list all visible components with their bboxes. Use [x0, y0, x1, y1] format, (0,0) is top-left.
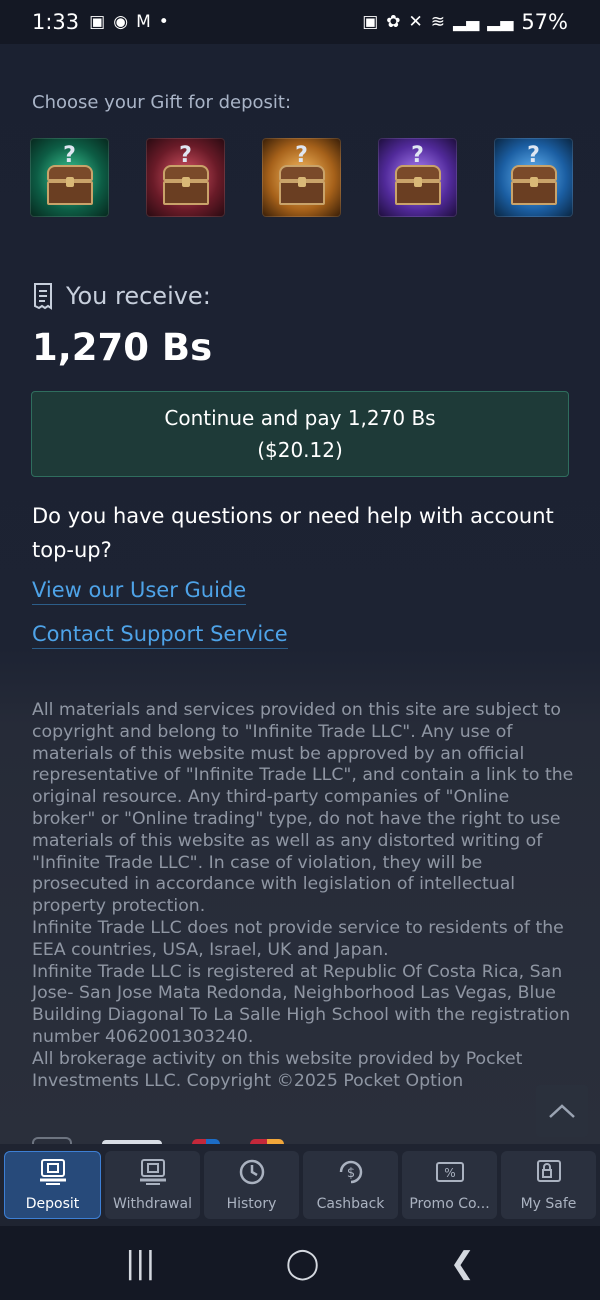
help-question: Do you have questions or need help with … [32, 504, 554, 562]
chest-icon [510, 164, 557, 205]
gift-chest-list: ? ? ? ? ? [30, 138, 573, 217]
continue-pay-button[interactable]: Continue and pay 1,270 Bs ($20.12) [31, 391, 569, 477]
nav-label: Deposit [25, 1196, 80, 1212]
deposit-content: Choose your Gift for deposit: ? ? ? ? ? [0, 44, 600, 1144]
scroll-to-top-button[interactable] [536, 1085, 588, 1137]
gift-chest-purple[interactable]: ? [378, 138, 457, 217]
nav-label: History [226, 1196, 277, 1212]
receipt-icon [34, 283, 52, 310]
chest-icon [394, 164, 441, 205]
nav-my-safe[interactable]: My Safe [501, 1151, 596, 1219]
nav-label: Promo Co... [409, 1196, 490, 1212]
cashback-icon: $ [339, 1160, 362, 1184]
question-mark: ? [295, 143, 308, 168]
chest-icon [46, 164, 93, 205]
wifi-icon: ≋ [430, 12, 445, 32]
signal-icon: ▂▄ [453, 12, 480, 32]
legal-paragraph: Infinite Trade LLC does not provide serv… [32, 917, 564, 960]
withdrawal-icon [139, 1159, 166, 1185]
recent-apps-icon[interactable]: ||| [125, 1246, 155, 1281]
deposit-icon [39, 1159, 66, 1185]
battery-level: 57% [521, 10, 568, 34]
nav-deposit[interactable]: Deposit [4, 1151, 101, 1219]
question-mark: ? [411, 143, 424, 168]
back-icon[interactable]: ❮ [450, 1246, 475, 1281]
chest-icon [162, 164, 209, 205]
nav-label: My Safe [520, 1196, 577, 1212]
nav-history[interactable]: History [204, 1151, 299, 1219]
status-left-icons: ▣ ◉ M • [89, 12, 169, 32]
dot-icon: • [158, 12, 169, 32]
question-mark: ? [527, 143, 540, 168]
chevron-up-icon [549, 1104, 575, 1118]
leaf-icon: ✿ [386, 12, 401, 32]
status-right-icons: ▣ ✿ ✕ ≋ ▂▄ ▂▄ 57% [362, 10, 568, 34]
receive-label: You receive: [66, 282, 211, 310]
chat-icon: ◉ [113, 12, 129, 32]
gift-chest-red[interactable]: ? [146, 138, 225, 217]
gift-chest-green[interactable]: ? [30, 138, 109, 217]
legal-paragraph: Infinite Trade LLC is registered at Repu… [32, 961, 571, 1047]
receive-row: You receive: [32, 282, 211, 310]
gift-chest-gold[interactable]: ? [262, 138, 341, 217]
mute-icon: ✕ [408, 12, 423, 32]
system-navigation-bar: ||| ◯ ❮ [0, 1226, 600, 1300]
legal-paragraph: All brokerage activity on this website p… [32, 1048, 523, 1091]
nav-promo-code[interactable]: % Promo Co... [402, 1151, 497, 1219]
history-icon [239, 1159, 264, 1185]
home-icon[interactable]: ◯ [286, 1246, 320, 1281]
status-time: 1:33 [32, 10, 80, 34]
nfc-icon: ▣ [362, 12, 379, 32]
logo-partial [32, 1137, 72, 1144]
legal-disclaimer: All materials and services provided on t… [32, 700, 577, 1092]
signal-icon: ▂▄ [487, 12, 514, 32]
legal-paragraph: All materials and services provided on t… [32, 700, 574, 917]
image-icon: ▣ [89, 12, 106, 32]
user-guide-link[interactable]: View our User Guide [32, 578, 247, 605]
receive-amount: 1,270 Bs [32, 326, 213, 369]
question-mark: ? [179, 143, 192, 168]
payment-logos [32, 1137, 284, 1144]
bottom-navigation: Deposit Withdrawal History $ Cashback % … [0, 1144, 600, 1226]
question-mark: ? [63, 143, 76, 168]
nav-withdrawal[interactable]: Withdrawal [105, 1151, 200, 1219]
nav-label: Cashback [316, 1196, 385, 1212]
pay-button-usd: ($20.12) [257, 438, 343, 462]
gift-label: Choose your Gift for deposit: [32, 92, 292, 113]
safe-icon [536, 1160, 561, 1182]
nav-label: Withdrawal [113, 1196, 192, 1212]
svg-text:%: % [444, 1166, 455, 1180]
promo-code-icon: % [435, 1162, 464, 1182]
gmail-icon: M [136, 12, 151, 32]
pay-button-label: Continue and pay 1,270 Bs [164, 406, 436, 430]
chest-icon [278, 164, 325, 205]
status-bar: 1:33 ▣ ◉ M • ▣ ✿ ✕ ≋ ▂▄ ▂▄ 57% [0, 0, 600, 44]
nav-cashback[interactable]: $ Cashback [303, 1151, 398, 1219]
contact-support-link[interactable]: Contact Support Service [32, 622, 288, 649]
svg-text:$: $ [346, 1166, 354, 1181]
gift-chest-blue[interactable]: ? [494, 138, 573, 217]
